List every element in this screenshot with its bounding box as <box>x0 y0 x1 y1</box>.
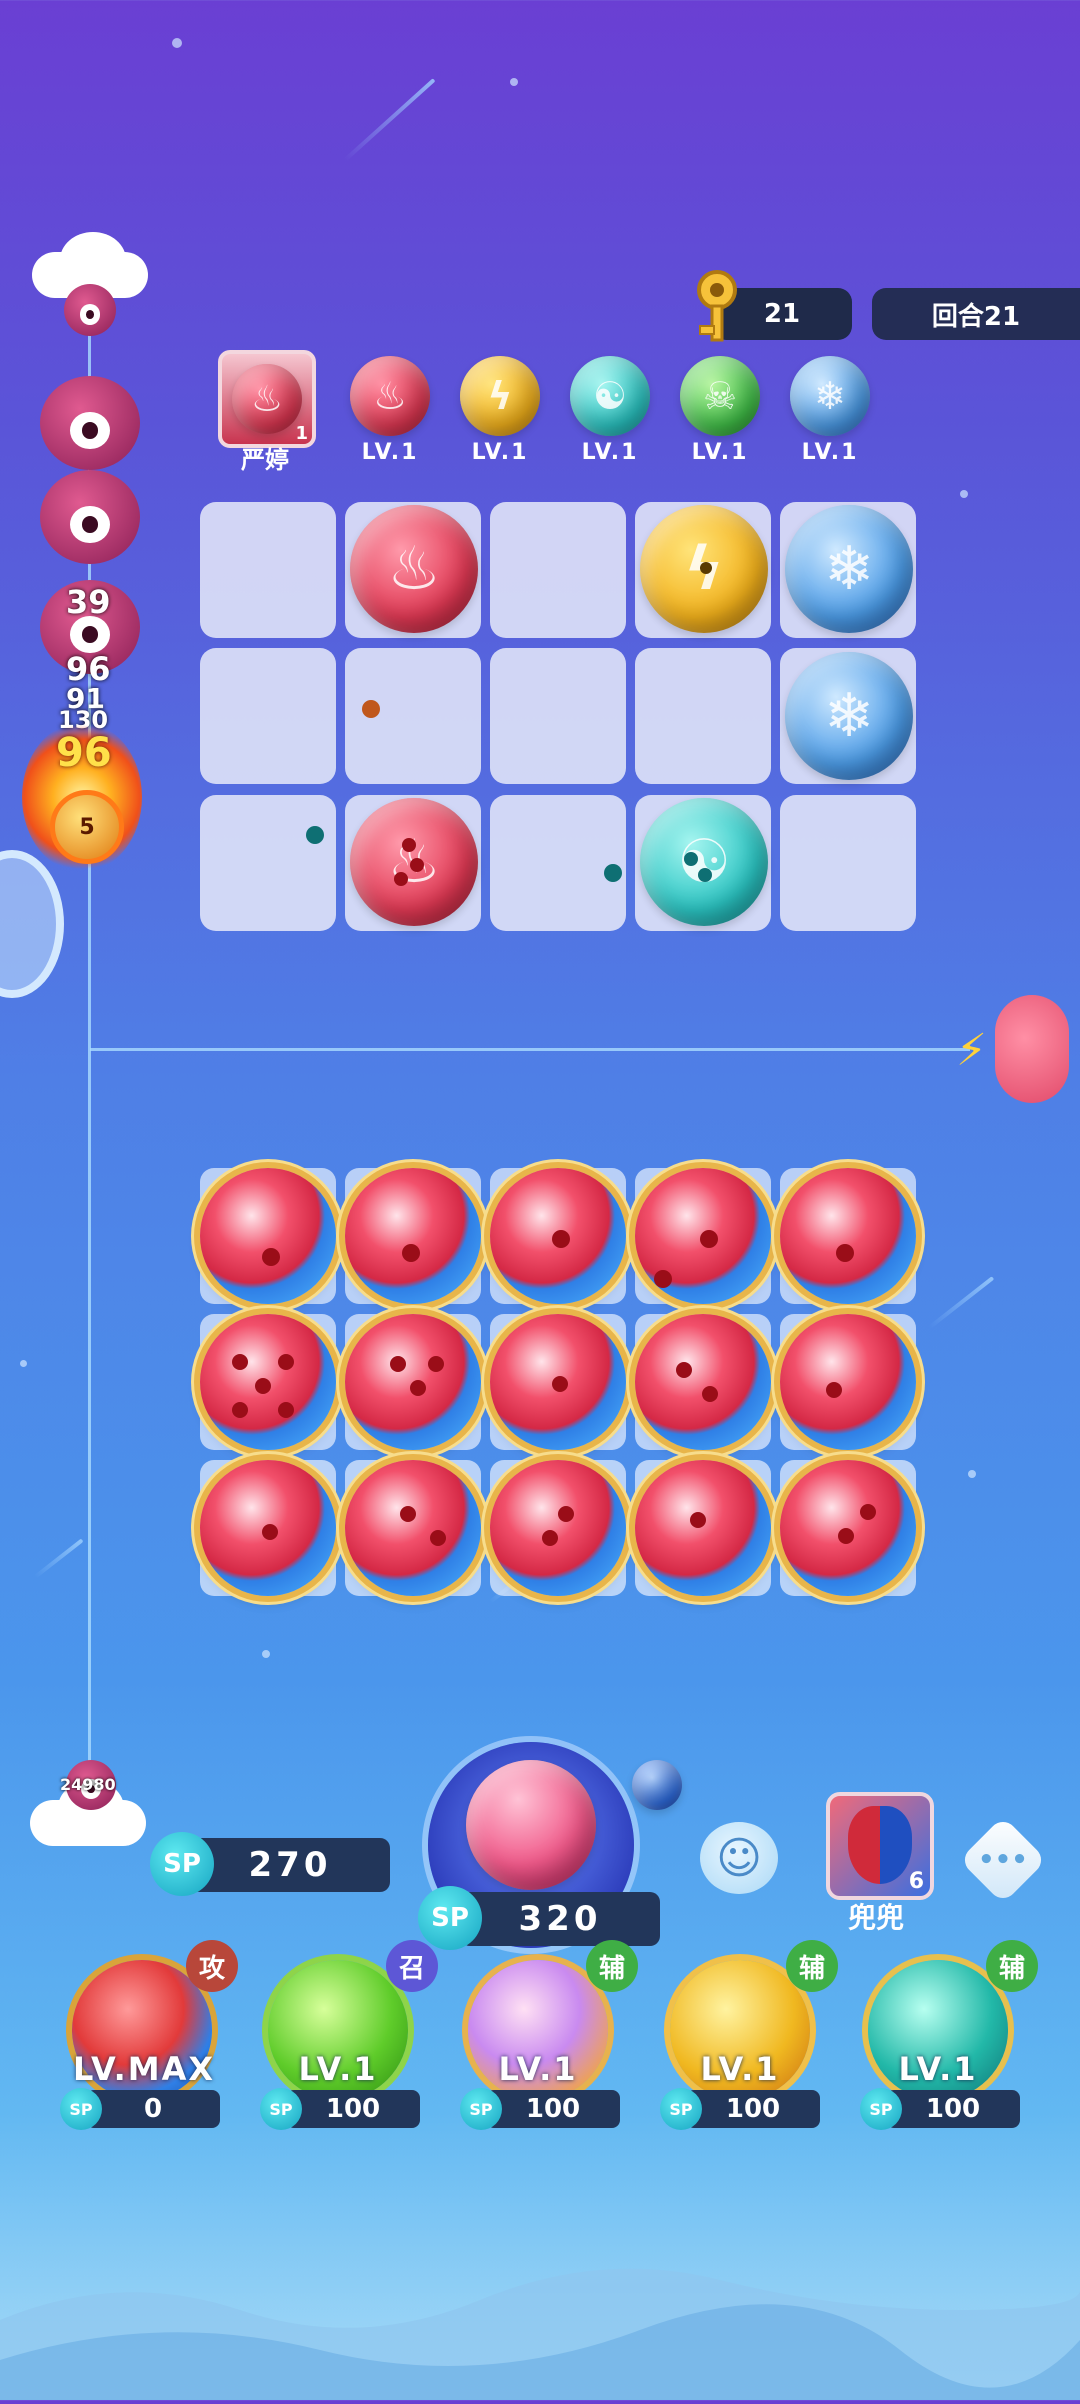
board-cell[interactable] <box>200 502 336 638</box>
skill-level: LV.MAX <box>72 2050 216 2088</box>
yin-yang-orb-piece[interactable] <box>635 1460 771 1596</box>
sp-launcher-bar: 320 <box>460 1892 660 1946</box>
element-level: LV.1 <box>801 440 859 465</box>
character-card[interactable]: ♨ 1 <box>218 350 316 448</box>
yin-yang-orb-piece[interactable] <box>780 1168 916 1304</box>
divider-line <box>90 1048 970 1051</box>
poison-element-icon[interactable]: ☠ <box>680 356 760 436</box>
element-level: LV.1 <box>691 440 749 465</box>
skill-cost-bar: 100 <box>486 2090 620 2128</box>
fire-orb-piece[interactable]: ♨ <box>350 505 478 633</box>
key-count: 21 <box>763 299 801 329</box>
board-cell[interactable] <box>635 648 771 784</box>
ally-avatar[interactable]: 6 <box>826 1792 934 1900</box>
skill-level: LV.1 <box>498 2050 578 2088</box>
board-cell[interactable] <box>200 795 336 931</box>
damage-number: 39 <box>66 583 111 621</box>
ice-element-icon[interactable]: ❄ <box>790 356 870 436</box>
ally-badge: 6 <box>908 1869 924 1894</box>
side-shield-icon[interactable] <box>0 850 64 998</box>
sp-left-bar: 270 <box>190 1838 390 1892</box>
sp-icon: SP <box>260 2088 302 2130</box>
enemy-small-icon <box>64 284 116 336</box>
damage-number: 96 <box>56 730 112 776</box>
skill-cost-bar: 100 <box>886 2090 1020 2128</box>
skill-tag: 辅 <box>786 1940 838 1992</box>
boss-label: 5 <box>79 814 95 840</box>
skill-cost-bar: 100 <box>686 2090 820 2128</box>
board-cell[interactable] <box>490 502 626 638</box>
fire-element-icon[interactable]: ♨ <box>350 356 430 436</box>
yin-yang-orb-piece[interactable] <box>345 1460 481 1596</box>
round-indicator: 回合21 <box>872 288 1080 340</box>
track-score: 24980 <box>60 1775 116 1794</box>
opera-mask-icon <box>848 1806 912 1884</box>
yin-yang-orb-piece[interactable] <box>780 1314 916 1450</box>
board-cell[interactable] <box>780 795 916 931</box>
queued-orb[interactable] <box>632 1760 682 1810</box>
round-label: 回合21 <box>931 301 1021 332</box>
wind-element-icon[interactable]: ☯ <box>570 356 650 436</box>
sp-launcher-value: 320 <box>518 1899 602 1939</box>
skill-level: LV.1 <box>898 2050 978 2088</box>
yin-yang-orb-piece[interactable] <box>490 1460 626 1596</box>
element-level: LV.1 <box>361 440 419 465</box>
next-orb <box>466 1760 596 1890</box>
lightning-bolt-icon: ⚡ <box>956 1025 987 1076</box>
element-level: LV.1 <box>581 440 639 465</box>
character-name: 严婷 <box>241 446 289 474</box>
board-cell[interactable] <box>490 648 626 784</box>
emote-button[interactable]: ☺ <box>700 1822 778 1894</box>
wind-orb-piece[interactable]: ☯ <box>640 798 768 926</box>
more-options-button[interactable]: ••• <box>958 1816 1048 1904</box>
sp-icon: SP <box>660 2088 702 2130</box>
ally-name: 兜兜 <box>847 1901 904 1934</box>
board-cell[interactable] <box>200 648 336 784</box>
ice-orb-piece[interactable]: ❄ <box>785 505 913 633</box>
sp-icon: SP <box>860 2088 902 2130</box>
sp-icon: SP <box>460 2088 502 2130</box>
ice-orb-piece[interactable]: ❄ <box>785 652 913 780</box>
skill-tag: 召 <box>386 1940 438 1992</box>
yin-yang-orb-piece[interactable] <box>200 1168 336 1304</box>
mountain-backdrop <box>0 2200 1080 2400</box>
element-level: LV.1 <box>471 440 529 465</box>
thunder-element-icon[interactable]: ϟ <box>460 356 540 436</box>
board-cell[interactable] <box>490 795 626 931</box>
yin-yang-orb-piece[interactable] <box>635 1314 771 1450</box>
enemy-spawn-cloud <box>995 995 1069 1103</box>
yin-yang-orb-piece[interactable] <box>345 1168 481 1304</box>
sp-left-value: 270 <box>248 1845 332 1885</box>
key-icon <box>690 268 744 346</box>
sp-icon: SP <box>418 1886 482 1950</box>
fire-orb-icon: ♨ <box>232 364 302 434</box>
enemy-monster-icon <box>40 376 140 470</box>
skill-tag: 攻 <box>186 1940 238 1992</box>
more-icon: ••• <box>978 1844 1028 1875</box>
skill-cost-bar: 0 <box>86 2090 220 2128</box>
sp-icon: SP <box>150 1832 214 1896</box>
skill-tag: 辅 <box>586 1940 638 1992</box>
skill-level: LV.1 <box>298 2050 378 2088</box>
sp-icon: SP <box>60 2088 102 2130</box>
skill-level: LV.1 <box>700 2050 780 2088</box>
skill-cost-bar: 100 <box>286 2090 420 2128</box>
skill-tag: 辅 <box>986 1940 1038 1992</box>
enemy-monster-icon <box>40 470 140 564</box>
boss-marker: 5 <box>50 790 124 864</box>
